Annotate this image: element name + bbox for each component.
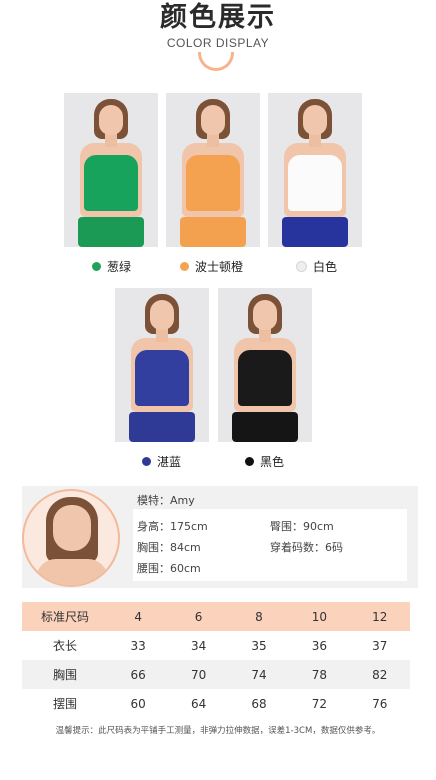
- color-label: 黑色: [260, 455, 285, 469]
- table-row: 胸围 66 70 74 78 82: [22, 660, 410, 689]
- table-row: 衣长 33 34 35 36 37: [22, 631, 410, 660]
- color-label: 葱绿: [107, 260, 132, 274]
- table-row-label: 摆围: [52, 697, 77, 711]
- table-header-cell: 4: [108, 602, 169, 631]
- table-cell: 70: [168, 660, 229, 689]
- color-label: 波士顿橙: [195, 260, 244, 274]
- table-cell: 72: [311, 696, 327, 711]
- color-label: 湛蓝: [157, 455, 182, 469]
- color-option-orange[interactable]: 波士顿橙: [180, 258, 243, 275]
- table-header-cell: 标准尺码: [22, 602, 108, 631]
- size-note: 温馨提示：此尺码表为平铺手工测量，非弹力拉伸数据，误差1-3CM，数据仅供参考。: [55, 726, 381, 736]
- table-header-cell: 6: [168, 602, 229, 631]
- table-cell: 64: [190, 696, 207, 711]
- table-cell: 66: [108, 660, 169, 689]
- page-title: 颜色展示: [160, 2, 276, 33]
- model-wear-size: 穿着码数：6码: [270, 541, 343, 554]
- table-header-row: 标准尺码 4 6 8 10 12: [22, 602, 410, 631]
- table-cell: 35: [251, 638, 267, 653]
- model-avatar: [22, 489, 120, 587]
- product-photo-blue[interactable]: [115, 288, 209, 442]
- table-cell: 37: [372, 638, 388, 653]
- table-cell: 60: [130, 696, 146, 711]
- color-option-white[interactable]: 白色: [296, 258, 337, 275]
- table-cell: 36: [311, 638, 327, 653]
- table-header-cell: 8: [228, 602, 290, 631]
- table-cell: 76: [372, 696, 388, 711]
- model-height: 身高：175cm: [137, 520, 208, 533]
- color-option-blue[interactable]: 湛蓝: [142, 453, 181, 470]
- table-header-cell: 10: [289, 602, 350, 631]
- product-photo-green[interactable]: [64, 93, 158, 247]
- product-photo-white[interactable]: [268, 93, 362, 247]
- size-chart-table: 标准尺码 4 6 8 10 12 衣长 33 34 35 36 37 胸围 66…: [22, 602, 410, 718]
- product-photo-black[interactable]: [218, 288, 312, 442]
- color-option-green[interactable]: 葱绿: [92, 258, 131, 275]
- model-name: 模特：Amy: [137, 494, 195, 507]
- table-cell: 33: [130, 638, 146, 653]
- table-cell: 74: [228, 660, 290, 689]
- table-cell: 34: [190, 638, 207, 653]
- table-cell: 68: [251, 696, 267, 711]
- color-option-black[interactable]: 黑色: [245, 453, 284, 470]
- page-subtitle: COLOR DISPLAY: [166, 36, 270, 50]
- table-row: 摆围 60 64 68 72 76: [22, 689, 410, 718]
- smile-decoration: [198, 52, 234, 71]
- model-waist: 腰围：60cm: [137, 562, 201, 575]
- table-header-cell: 12: [349, 602, 410, 631]
- table-cell: 82: [349, 660, 410, 689]
- model-hip: 臀围：90cm: [270, 520, 334, 533]
- table-row-label: 胸围: [22, 660, 108, 689]
- model-chest: 胸围：84cm: [137, 541, 201, 554]
- color-dot-icon: [180, 262, 189, 271]
- product-photo-orange[interactable]: [166, 93, 260, 247]
- table-cell: 78: [289, 660, 350, 689]
- color-label: 白色: [313, 260, 338, 274]
- color-dot-icon: [245, 457, 254, 466]
- color-dot-icon: [92, 262, 101, 271]
- color-dot-icon: [296, 261, 307, 272]
- table-row-label: 衣长: [52, 639, 77, 653]
- color-dot-icon: [142, 457, 151, 466]
